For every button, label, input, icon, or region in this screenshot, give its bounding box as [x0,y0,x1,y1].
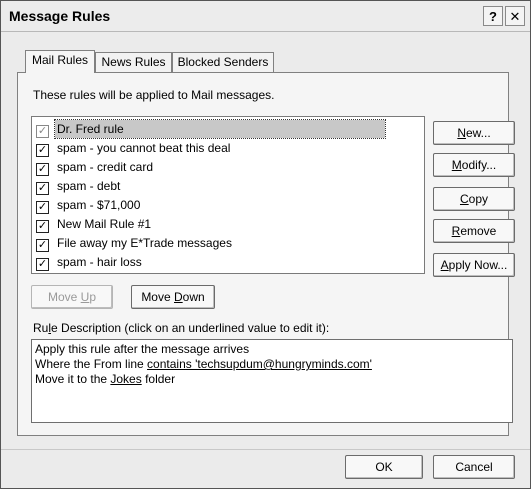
tab-blocked-senders[interactable]: Blocked Senders [172,52,274,72]
new-rule-label: ew... [465,126,491,140]
move-up-rest: p [89,290,97,304]
copy-rule-label: opy [468,192,489,206]
intro-text: These rules will be applied to Mail mess… [33,88,275,102]
title-bar[interactable]: Message Rules ? ✕ [1,1,530,32]
rule-checkbox[interactable]: ✓ [36,144,49,157]
rule-item[interactable]: ✓ spam - debt [36,177,416,195]
modify-rule-button[interactable]: Modify... [433,153,515,177]
copy-rule-button[interactable]: Copy [433,187,515,211]
rules-list[interactable]: ✓ Dr. Fred rule ✓ spam - you cannot beat t… [31,116,425,274]
move-down-pre: Move [141,290,174,304]
ok-button[interactable]: OK [345,455,423,479]
rule-item[interactable]: ✓ Dr. Fred rule [36,119,416,139]
rule-item[interactable]: ✓ spam - hair loss [36,253,416,271]
description-line-3: Move it to the Jokes folder [35,372,509,387]
new-rule-button[interactable]: New... [433,121,515,145]
copy-rule-key: C [459,192,469,206]
tab-mail-rules-label: Mail Rules [31,53,88,67]
description-line-3-suffix: folder [141,372,176,386]
move-down-button[interactable]: Move Down [131,285,215,309]
description-line-1: Apply this rule after the message arrive… [35,342,250,356]
apply-now-key: A [440,258,449,272]
tab-mail-rules[interactable]: Mail Rules [25,50,95,73]
rule-label: File away my E*Trade messages [57,236,232,250]
close-icon[interactable]: ✕ [505,6,525,26]
modify-rule-key: M [451,158,462,172]
rule-checkbox[interactable]: ✓ [36,258,49,271]
move-up-pre: Move [47,290,81,304]
rule-description-label-pre: Ru [33,321,49,335]
tab-blocked-senders-label: Blocked Senders [177,55,269,69]
message-rules-dialog: Message Rules ? ✕ Mail Rules News Rules … [0,0,531,489]
rule-description-label-rest: e Description (click on an underlined va… [51,321,330,335]
jokes-folder-link[interactable]: Jokes [110,372,141,386]
move-up-button[interactable]: Move Up [31,285,113,309]
remove-rule-button[interactable]: Remove [433,219,515,243]
rule-item[interactable]: ✓ File away my E*Trade messages [36,234,416,252]
rule-item[interactable]: ✓ spam - $71,000 [36,196,416,214]
from-contains-link[interactable]: contains 'techsupdum@hungryminds.com' [147,357,372,371]
rule-item[interactable]: ✓ spam - you cannot beat this deal [36,139,416,157]
tab-news-rules-label: News Rules [101,55,166,69]
modify-rule-label: odify... [461,158,497,172]
rule-checkbox[interactable]: ✓ [36,182,49,195]
rule-label: New Mail Rule #1 [57,217,152,231]
rule-label: spam - debt [57,179,121,193]
apply-now-label: pply Now... [448,258,508,272]
rule-label: spam - hair loss [57,255,142,269]
rule-label: Dr. Fred rule [54,119,386,139]
rule-checkbox[interactable]: ✓ [36,220,49,233]
remove-rule-key: R [451,224,461,238]
rule-checkbox[interactable]: ✓ [36,239,49,252]
move-down-rest: own [182,290,205,304]
rule-description-label: Rule Description (click on an underlined… [33,321,329,335]
tab-news-rules[interactable]: News Rules [95,52,172,72]
description-line-3-text: Move it to the [35,372,111,386]
description-line-2-text: Where the From line [35,357,148,371]
window-title: Message Rules [9,8,111,24]
rule-label: spam - $71,000 [57,198,141,212]
apply-now-button[interactable]: Apply Now... [433,253,515,277]
rule-checkbox[interactable]: ✓ [36,163,49,176]
remove-rule-label: emove [460,224,497,238]
description-line-2: Where the From line contains 'techsupdum… [35,357,509,372]
rule-checkbox[interactable]: ✓ [36,125,49,138]
move-down-key: D [174,290,183,304]
cancel-button[interactable]: Cancel [433,455,515,479]
rule-description-box[interactable]: Apply this rule after the message arrive… [31,339,513,423]
rule-checkbox[interactable]: ✓ [36,201,49,214]
rule-item[interactable]: ✓ spam - credit card [36,158,416,176]
footer-divider [1,449,530,450]
rule-label: spam - credit card [57,160,154,174]
rule-item[interactable]: ✓ New Mail Rule #1 [36,215,416,233]
new-rule-key: N [457,126,466,140]
help-button[interactable]: ? [483,6,503,26]
rule-label: spam - you cannot beat this deal [57,141,231,155]
